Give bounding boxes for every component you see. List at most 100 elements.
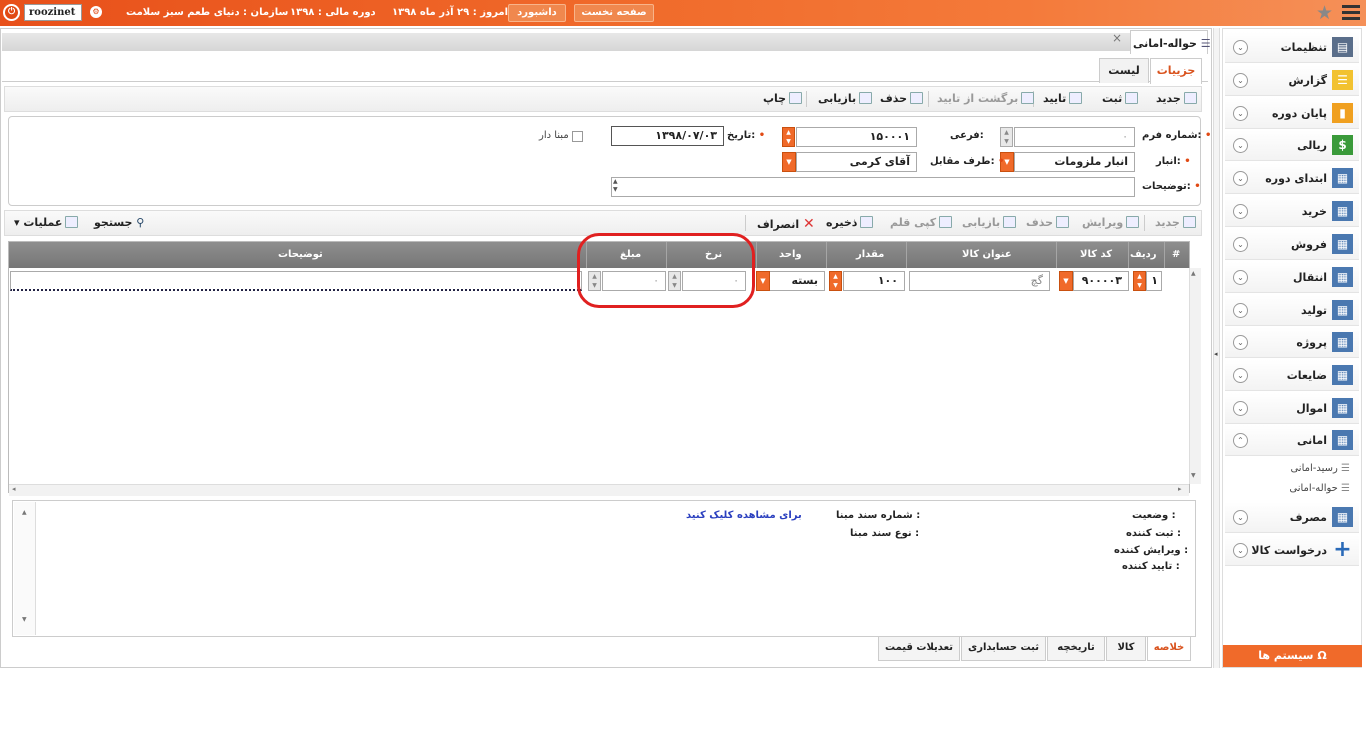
collapse-arrow-icon[interactable]: ◂ — [1214, 350, 1218, 358]
tab-list[interactable]: لیست — [1099, 58, 1149, 83]
print-button[interactable]: چاپ — [763, 92, 803, 105]
sidebar-item[interactable]: گزارش ☰ ⌄ — [1225, 65, 1359, 96]
chevron-down-icon[interactable]: ⌄ — [1233, 401, 1248, 416]
grid-horizontal-scrollbar[interactable] — [9, 484, 1189, 496]
sidebar-item[interactable]: پایان دوره ▮ ⌄ — [1225, 98, 1359, 129]
tab-accounting[interactable]: ثبت حسابداری — [961, 637, 1046, 661]
sidebar-splitter[interactable] — [1213, 28, 1220, 668]
search-button[interactable]: جستجو ⚲ — [94, 216, 144, 229]
item-title-cell[interactable]: گچ — [909, 271, 1050, 291]
sidebar-item[interactable]: پروژه ▦ ⌄ — [1225, 327, 1359, 358]
row-number-spinner[interactable]: ▲ ▼ — [1133, 271, 1146, 291]
chevron-down-icon[interactable]: ⌄ — [1233, 106, 1248, 121]
unit-dropdown[interactable]: ▼ — [756, 271, 770, 291]
home-button[interactable]: صفحه نخست — [574, 4, 654, 22]
tab-details[interactable]: جزییات — [1150, 58, 1202, 84]
sidebar-item[interactable]: درخواست کالا + ⌄ — [1225, 535, 1359, 566]
tab-summary[interactable]: خلاصه — [1147, 637, 1191, 661]
creator-label: ثبت کننده : — [1126, 528, 1182, 539]
sidebar-item[interactable]: امانی ▦ ⌃ — [1225, 425, 1359, 456]
col-title[interactable]: عنوان کالا — [962, 249, 1012, 260]
row-number-cell[interactable]: ۱ — [1146, 271, 1162, 291]
settings-icon[interactable]: ⚙ — [90, 6, 102, 18]
form-number-spinner[interactable]: ▲ ▼ — [1000, 127, 1013, 147]
grid-save-button[interactable]: ذخیره — [826, 216, 874, 229]
unit-cell[interactable]: بسته — [769, 271, 825, 291]
cancel-button[interactable]: انصراف ✕ — [757, 216, 815, 232]
revert-approval-button[interactable]: برگشت از تایید — [937, 92, 1035, 105]
date-field[interactable]: ۱۳۹۸/۰۷/۰۳ — [611, 126, 724, 146]
tab-price-adjustments[interactable]: تعدیلات قیمت — [878, 637, 960, 661]
chevron-down-icon[interactable]: ⌄ — [1233, 303, 1248, 318]
chevron-down-icon[interactable]: ⌄ — [1233, 543, 1248, 558]
chevron-down-icon[interactable]: ⌄ — [1233, 171, 1248, 186]
systems-button[interactable]: سیستم ها Ω — [1223, 645, 1362, 667]
chevron-down-icon[interactable]: ⌄ — [1233, 335, 1248, 350]
item-code-cell[interactable]: ۹۰۰۰۰۳ — [1073, 271, 1129, 291]
sidebar-item[interactable]: تنظیمات ▤ ⌄ — [1225, 32, 1359, 63]
quantity-spinner[interactable]: ▲ ▼ — [829, 271, 842, 291]
grid-edit-button[interactable]: ویرایش — [1082, 216, 1140, 229]
dashboard-button[interactable]: داشبورد — [508, 4, 566, 22]
counterparty-field[interactable]: آقای کرمی — [796, 152, 917, 172]
grid-new-button[interactable]: جدید — [1155, 216, 1196, 229]
base-doc-number-label: شماره سند مبنا : — [836, 510, 921, 521]
refresh-button[interactable]: بازیابی — [818, 92, 873, 105]
username-box: roozinet — [24, 4, 82, 21]
favorites-star-icon[interactable]: ★ — [1316, 2, 1333, 24]
new-button[interactable]: جدید — [1156, 92, 1197, 105]
chevron-down-icon[interactable]: ⌄ — [1233, 368, 1248, 383]
chevron-down-icon[interactable]: ⌄ — [1233, 73, 1248, 88]
item-code-dropdown[interactable]: ▼ — [1059, 271, 1073, 291]
col-quantity[interactable]: مقدار — [856, 249, 884, 260]
sidebar-item[interactable]: خرید ▦ ⌄ — [1225, 196, 1359, 227]
grid-vertical-scrollbar[interactable] — [1189, 268, 1201, 484]
sidebar-item[interactable]: اموال ▦ ⌄ — [1225, 393, 1359, 424]
chevron-down-icon[interactable]: ⌄ — [1233, 237, 1248, 252]
warehouse-field[interactable]: انبار ملزومات — [1014, 152, 1135, 172]
description-field[interactable] — [611, 177, 1135, 197]
sidebar-item[interactable]: تولید ▦ ⌄ — [1225, 295, 1359, 326]
grid-delete-button[interactable]: حذف — [1026, 216, 1070, 229]
power-icon[interactable]: ⏻ — [3, 4, 20, 21]
sidebar-item[interactable]: ضایعات ▦ ⌄ — [1225, 360, 1359, 391]
col-code[interactable]: کد کالا — [1080, 249, 1112, 260]
view-base-doc-link[interactable]: برای مشاهده کلیک کنید — [686, 510, 802, 521]
chevron-down-icon[interactable]: ⌄ — [1233, 204, 1248, 219]
sidebar-item[interactable]: فروش ▦ ⌄ — [1225, 229, 1359, 260]
approve-button[interactable]: تایید — [1043, 92, 1083, 105]
col-row[interactable]: ردیف — [1130, 249, 1157, 260]
chevron-down-icon[interactable]: ⌄ — [1233, 40, 1248, 55]
delete-button[interactable]: حذف — [880, 92, 924, 105]
sidebar-item[interactable]: ابتدای دوره ▦ ⌄ — [1225, 163, 1359, 194]
sidebar-subitem-receipt[interactable]: رسید-امانی ☰ — [1290, 463, 1350, 474]
tab-goods[interactable]: کالا — [1106, 637, 1146, 661]
search-icon: ⚲ — [136, 216, 145, 229]
sidebar-subitem-issue[interactable]: حواله-امانی ☰ — [1289, 483, 1350, 494]
sidebar-item[interactable]: انتقال ▦ ⌄ — [1225, 262, 1359, 293]
copy-item-button[interactable]: کپی قلم — [890, 216, 953, 229]
chevron-down-icon[interactable]: ⌄ — [1233, 270, 1248, 285]
close-icon[interactable]: × — [1112, 31, 1122, 45]
counterparty-dropdown[interactable]: ▼ — [782, 152, 796, 172]
quantity-cell[interactable]: ۱۰۰ — [843, 271, 905, 291]
col-unit[interactable]: واحد — [779, 249, 802, 260]
sidebar-item[interactable]: ریالی $ ⌄ — [1225, 130, 1359, 161]
tab-history[interactable]: تاریخچه — [1047, 637, 1105, 661]
operations-menu[interactable]: ▾ عملیات — [14, 216, 79, 229]
chevron-down-icon[interactable]: ⌄ — [1233, 138, 1248, 153]
save-button[interactable]: ثبت — [1102, 92, 1139, 105]
sidebar-item[interactable]: مصرف ▦ ⌄ — [1225, 502, 1359, 533]
report-clipboard-icon: ☰ — [1332, 70, 1353, 90]
chevron-up-icon[interactable]: ⌃ — [1233, 433, 1248, 448]
form-number-field[interactable]: ۰ — [1014, 127, 1135, 147]
col-description[interactable]: توضیحات — [278, 249, 323, 260]
description-spinner-icon[interactable]: ▲ ▼ — [613, 178, 618, 194]
hamburger-menu-icon[interactable] — [1342, 5, 1360, 21]
row-description-cell[interactable] — [10, 271, 582, 291]
sub-number-spinner[interactable]: ▲ ▼ — [782, 127, 795, 147]
sub-number-field[interactable]: ۱۵۰۰۰۱ — [796, 127, 917, 147]
base-doc-checkbox[interactable] — [572, 131, 583, 142]
chevron-down-icon[interactable]: ⌄ — [1233, 510, 1248, 525]
grid-refresh-button[interactable]: بازیابی — [962, 216, 1017, 229]
